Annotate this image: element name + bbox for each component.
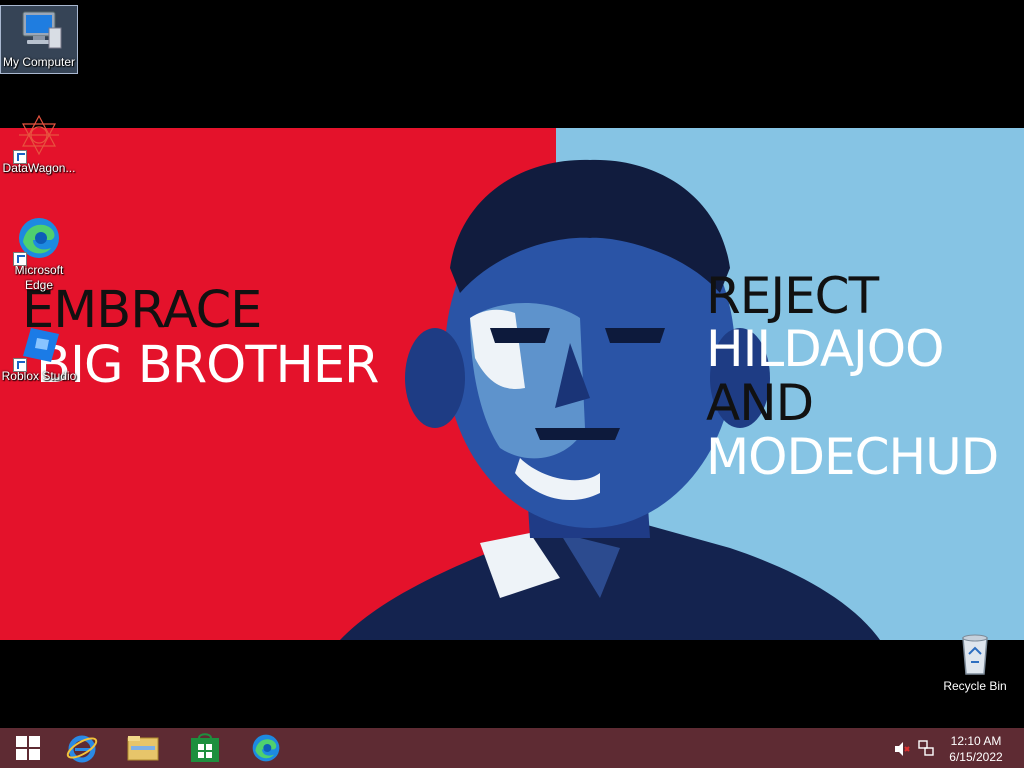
taskbar-store[interactable] <box>177 728 233 768</box>
desktop-icon-recycle-bin[interactable]: Recycle Bin <box>937 630 1013 694</box>
start-icon <box>16 736 40 760</box>
desktop-icon-datawagon[interactable]: DataWagon... <box>1 112 77 176</box>
internet-explorer-icon <box>66 735 98 763</box>
shortcut-arrow-icon <box>13 358 27 372</box>
taskbar-file-explorer[interactable] <box>115 728 171 768</box>
edge-icon <box>13 214 63 266</box>
wallpaper-text-and: AND <box>706 374 814 432</box>
wallpaper-portrait <box>340 159 880 640</box>
roblox-studio-icon <box>13 320 63 372</box>
volume-muted-icon[interactable] <box>894 741 910 757</box>
wallpaper-text-hildajoo: HILDAJOO <box>706 320 944 378</box>
wallpaper-text-big-brother: BIG BROTHER <box>36 336 379 395</box>
network-icon[interactable] <box>918 740 934 756</box>
desktop-icon-my-computer[interactable]: My Computer <box>0 5 78 74</box>
taskbar: 12:10 AM 6/15/2022 <box>0 728 1024 768</box>
desktop-icon-label: Microsoft Edge <box>14 263 64 292</box>
wallpaper-text-modechud: MODECHUD <box>706 428 999 486</box>
recycle-bin-icon <box>951 630 999 678</box>
taskbar-edge[interactable] <box>238 728 294 768</box>
clock[interactable]: 12:10 AM 6/15/2022 <box>946 733 1006 765</box>
desktop-icon-label: Recycle Bin <box>943 679 1007 693</box>
computer-icon <box>15 6 63 54</box>
system-tray: 12:10 AM 6/15/2022 <box>884 728 1024 768</box>
datawagon-icon <box>13 112 63 164</box>
desktop-icon-roblox-studio[interactable]: Roblox Studio <box>1 320 77 384</box>
desktop-wallpaper: EMBRACE BIG BROTHER REJECT HILDAJOO AND … <box>0 128 1024 640</box>
clock-date: 6/15/2022 <box>949 750 1003 764</box>
desktop-icon-microsoft-edge[interactable]: Microsoft Edge <box>1 214 77 293</box>
taskbar-internet-explorer[interactable] <box>54 728 110 768</box>
file-explorer-icon <box>127 736 159 761</box>
shortcut-arrow-icon <box>13 150 27 164</box>
desktop-icon-label: My Computer <box>2 55 76 69</box>
edge-icon <box>252 734 280 762</box>
shortcut-arrow-icon <box>13 252 27 266</box>
start-button[interactable] <box>0 728 56 768</box>
wallpaper-text-reject: REJECT <box>706 267 879 325</box>
store-icon <box>191 733 219 762</box>
clock-time: 12:10 AM <box>950 734 1002 748</box>
